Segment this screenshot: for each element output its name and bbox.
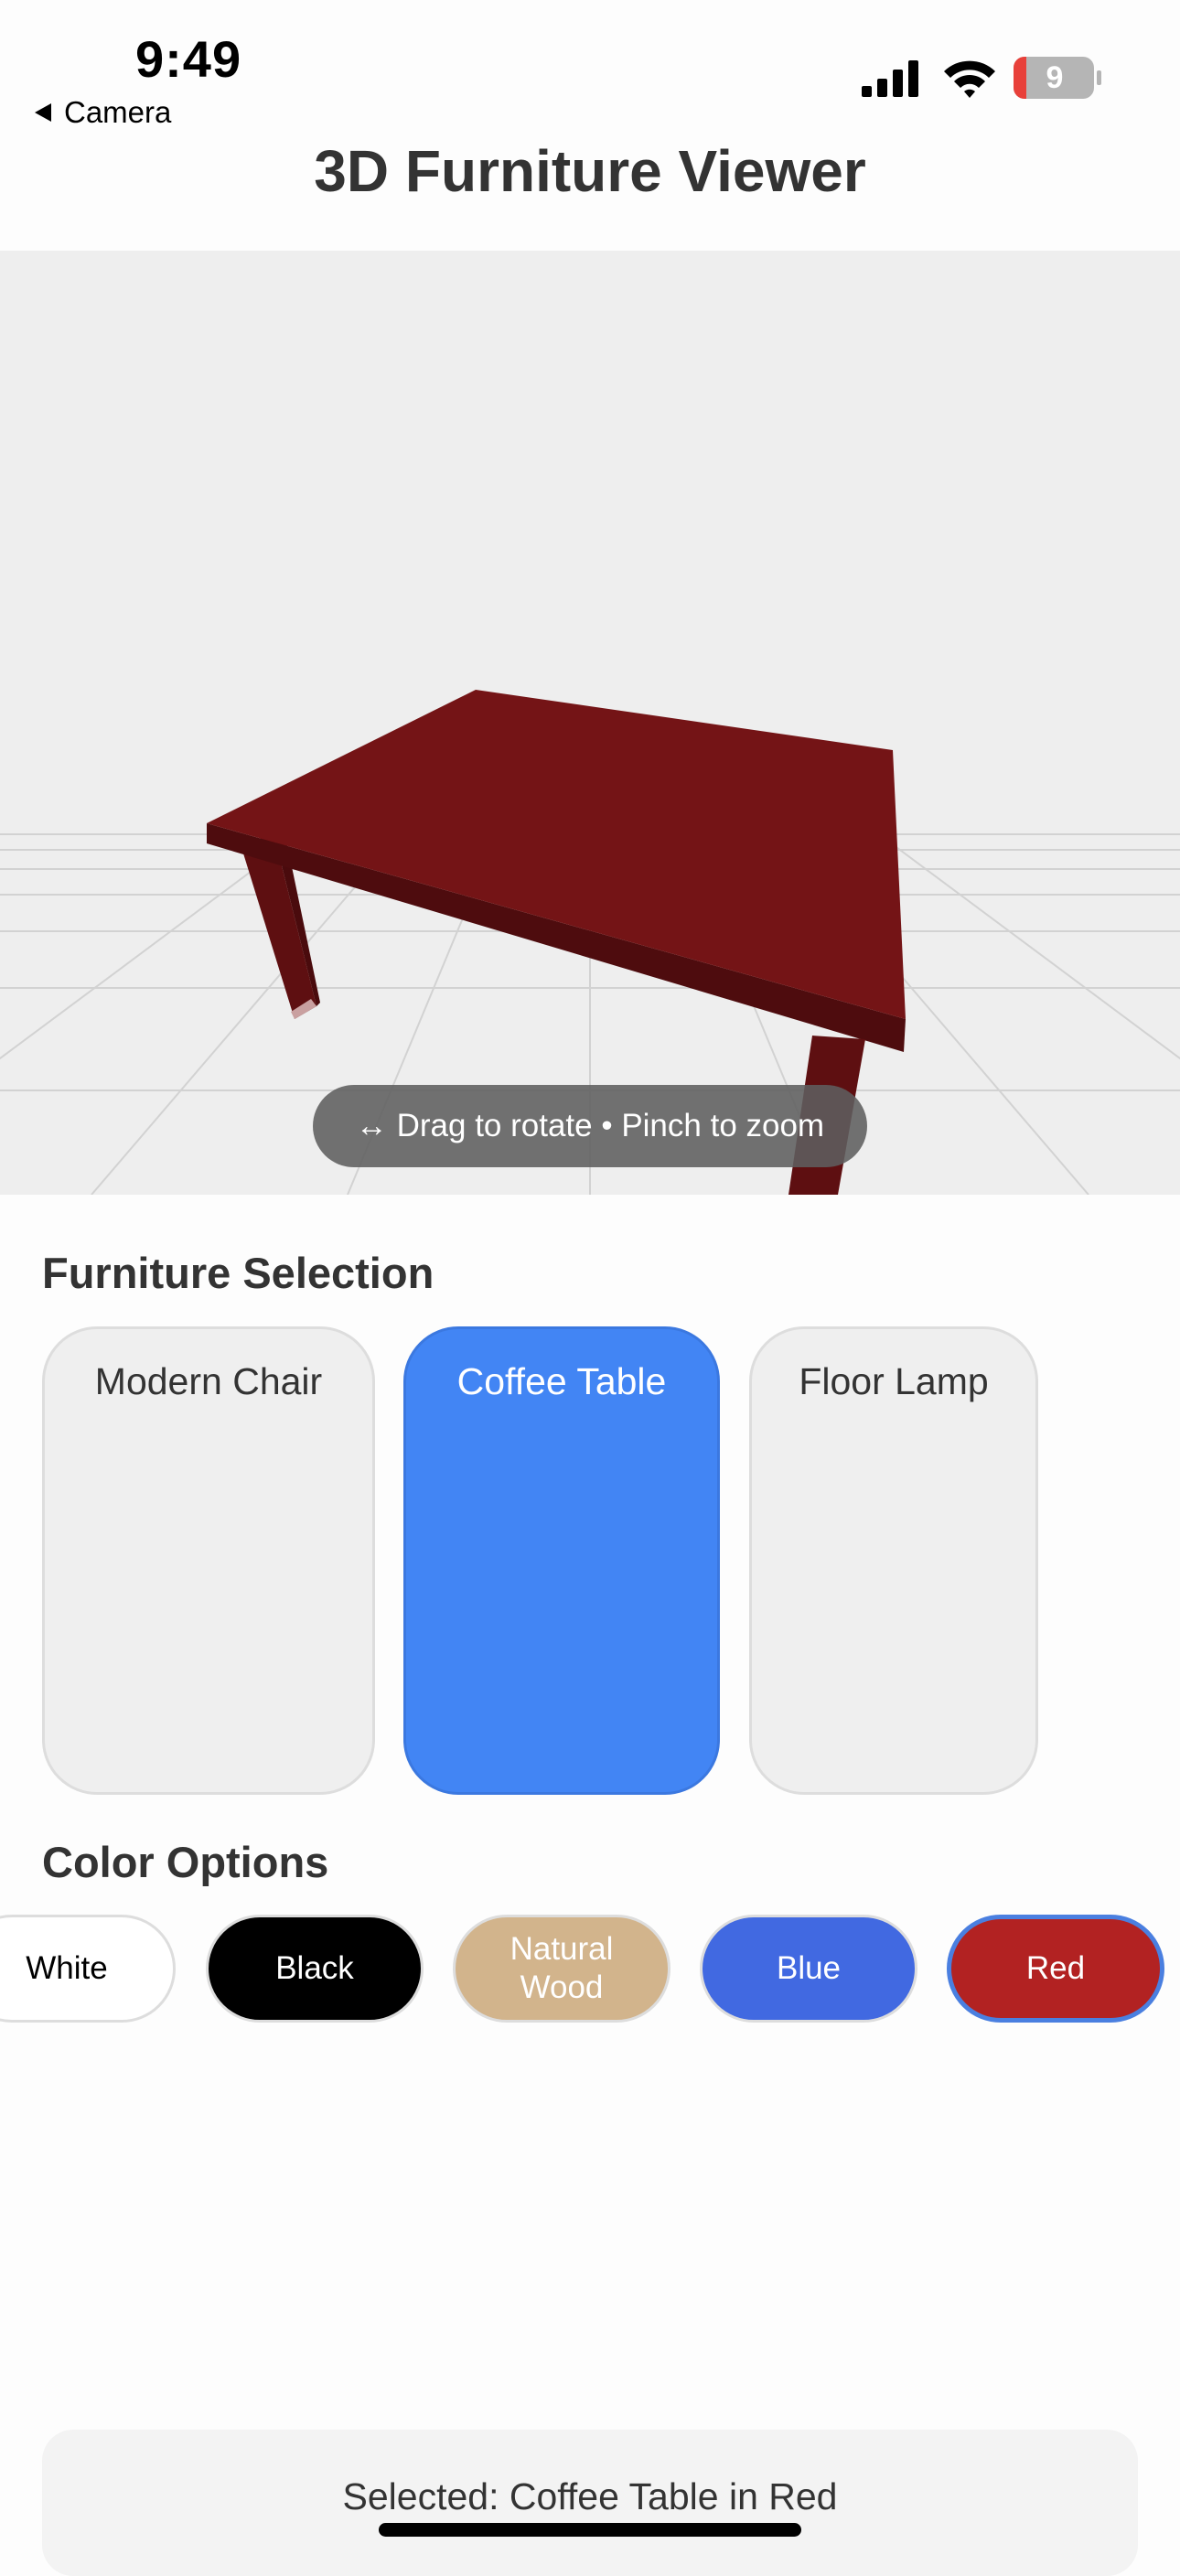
furniture-card-floor-lamp[interactable]: Floor Lamp <box>749 1326 1038 1795</box>
back-link-label: Camera <box>64 95 172 129</box>
furniture-card-label: Floor Lamp <box>799 1360 989 1402</box>
furniture-card-label: Modern Chair <box>94 1360 323 1402</box>
home-indicator <box>379 2523 801 2537</box>
gesture-hint: ↔ Drag to rotate • Pinch to zoom <box>313 1085 867 1167</box>
cellular-signal-icon <box>862 60 918 97</box>
color-option-white[interactable]: White <box>0 1915 176 2023</box>
furniture-card-coffee-table[interactable]: Coffee Table <box>403 1326 720 1795</box>
battery-level: 9 <box>1046 60 1064 95</box>
color-option-natural-wood[interactable]: Natural Wood <box>453 1915 670 2023</box>
color-option-label: White <box>26 1950 108 1986</box>
status-bar: 9:49 Camera 9 <box>0 0 1180 137</box>
wifi-icon <box>944 60 995 98</box>
furniture-card-label: Coffee Table <box>456 1360 667 1402</box>
page-title: 3D Furniture Viewer <box>314 138 866 204</box>
3d-viewer[interactable]: ↔ Drag to rotate • Pinch to zoom <box>0 251 1180 1195</box>
color-option-label: Red <box>1025 1950 1086 1986</box>
color-option-black[interactable]: Black <box>206 1915 424 2023</box>
status-time: 9:49 <box>135 30 242 88</box>
back-to-camera-link[interactable]: Camera <box>35 95 171 130</box>
color-option-label: Natural Wood <box>510 1931 614 2005</box>
furniture-card-modern-chair[interactable]: Modern Chair <box>42 1326 375 1795</box>
color-option-label: Black <box>275 1950 354 1986</box>
back-arrow-icon <box>35 103 51 122</box>
color-section-title: Color Options <box>42 1838 329 1886</box>
selection-summary-text: Selected: Coffee Table in Red <box>342 2475 838 2517</box>
selection-summary: Selected: Coffee Table in Red <box>42 2430 1138 2576</box>
color-option-blue[interactable]: Blue <box>700 1915 917 2023</box>
3d-scene <box>0 690 1180 1195</box>
color-option-label: Blue <box>776 1950 842 1986</box>
furniture-section-title: Furniture Selection <box>42 1249 434 1297</box>
color-option-red[interactable]: Red <box>947 1915 1164 2023</box>
